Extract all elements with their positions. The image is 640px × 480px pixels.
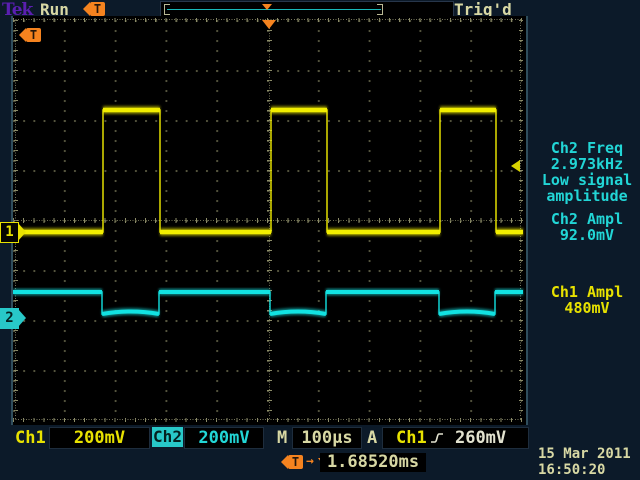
record-view-trigger-icon bbox=[262, 4, 272, 10]
oscilloscope-display: Tek Run T Trig'd 1 2 T Ch2 Freq bbox=[0, 0, 640, 480]
trigger-level-arrow-icon bbox=[511, 160, 520, 172]
rising-edge-slope-icon bbox=[430, 432, 444, 444]
trigger-system-label: A bbox=[367, 428, 377, 448]
delay-time-readout: 1.68520ms bbox=[320, 453, 426, 472]
ch1-scale-readout: 200mV bbox=[49, 427, 150, 449]
delay-arrow-icon: → bbox=[306, 454, 314, 469]
waveform-svg bbox=[13, 16, 526, 425]
delay-trigger-icon: T bbox=[288, 455, 303, 469]
measurement-value: 480mV bbox=[534, 300, 640, 316]
waveform-traces bbox=[13, 110, 523, 314]
waveform-screen bbox=[11, 16, 528, 425]
ch2-marker-arrow-icon bbox=[18, 309, 26, 327]
ch2-marker-label: 2 bbox=[5, 310, 13, 326]
ch2-scale-readout: 200mV bbox=[184, 427, 264, 449]
ch1-ground-marker: 1 bbox=[0, 222, 19, 243]
measurement-label: Ch1 Ampl bbox=[534, 284, 640, 300]
measurement-label: Ch2 Ampl bbox=[534, 211, 640, 227]
datetime-readout: 15 Mar 2011 16:50:20 bbox=[538, 446, 631, 478]
measurement-warning-line1: Low signal bbox=[534, 172, 640, 188]
measurement-ch1-ampl: Ch1 Ampl 480mV bbox=[534, 284, 640, 316]
trigger-point-offscreen-icon: T bbox=[26, 28, 41, 42]
ch1-marker-arrow-icon bbox=[18, 223, 26, 241]
ch2-channel-badge: Ch2 bbox=[152, 427, 183, 447]
measurement-value: 2.973kHz bbox=[534, 156, 640, 172]
trigger-readout: Ch1 260mV bbox=[382, 427, 529, 449]
ch1-marker-label: 1 bbox=[5, 224, 13, 240]
trigger-source: Ch1 bbox=[396, 428, 427, 448]
timebase-readout: 100µs bbox=[292, 427, 362, 449]
ch2-ground-marker: 2 bbox=[0, 308, 19, 329]
measurement-label: Ch2 Freq bbox=[534, 140, 640, 156]
timebase-label: M bbox=[277, 428, 287, 448]
trigger-position-marker-icon bbox=[262, 20, 276, 29]
date-text: 15 Mar 2011 bbox=[538, 446, 631, 462]
measurement-value: 92.0mV bbox=[534, 227, 640, 243]
trigger-offscreen-left-icon: T bbox=[90, 2, 105, 16]
time-text: 16:50:20 bbox=[538, 462, 631, 478]
measurement-ch2-ampl: Ch2 Ampl 92.0mV bbox=[534, 211, 640, 243]
ch1-channel-label: Ch1 bbox=[15, 428, 46, 448]
measurement-warning-line2: amplitude bbox=[534, 188, 640, 204]
trigger-level-value: 260mV bbox=[455, 428, 506, 448]
record-view-waveform-line bbox=[167, 9, 381, 10]
measurement-ch2-freq: Ch2 Freq 2.973kHz Low signal amplitude bbox=[534, 140, 640, 204]
